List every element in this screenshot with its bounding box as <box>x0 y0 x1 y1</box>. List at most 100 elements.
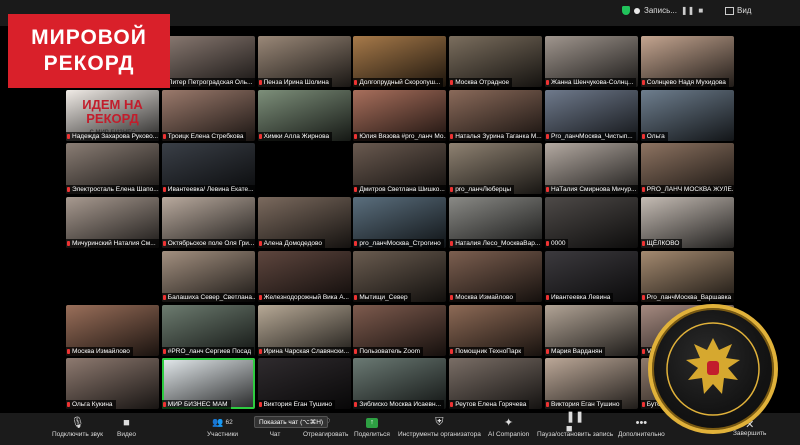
more-dots-icon: ••• <box>635 416 648 429</box>
participant-name: Виктория Еган Тушино <box>257 400 336 410</box>
participant-tile[interactable]: Алена Домодедово <box>257 197 351 249</box>
participant-name: Мичуринский Наталия См... <box>66 239 159 249</box>
participant-tile[interactable]: #PRO_ланч Сергиев Посад <box>161 304 255 356</box>
video-button[interactable]: ■ Видео <box>117 416 136 439</box>
participant-name: Реутов Елена Горячева <box>449 400 530 410</box>
participants-icon: 👥 62 <box>212 417 233 427</box>
participant-name: Зиблиско Москва Исаевн... <box>353 400 444 410</box>
participant-tile[interactable]: Наталия Лесо_МоскваВар... <box>449 197 543 249</box>
participant-tile[interactable]: pro_ланчМосква_Строгино <box>353 197 447 249</box>
recording-label: Запись... <box>644 6 677 15</box>
participant-tile[interactable]: Помощник ТехноПарк <box>449 304 543 356</box>
participant-tile[interactable]: НаТалия Смирнова Мичур... <box>545 143 638 195</box>
participant-name: Москва Отрадное <box>449 78 513 87</box>
participant-tile[interactable]: Ольга <box>640 89 734 141</box>
participant-tile[interactable]: Пенза Ирина Шолина <box>257 36 351 87</box>
participant-tile[interactable]: PRO_ЛАНЧ МОСКВА ЖУЛЕ... <box>640 143 734 195</box>
participant-name: Наталия Лесо_МоскваВар... <box>449 239 543 249</box>
participant-tile[interactable]: Ирина Чарская Славянски... <box>257 304 351 356</box>
participant-name: Надежда Захарова Руково... <box>66 131 159 141</box>
participant-name: Солнцево Надя Мухидова <box>640 78 729 87</box>
participant-tile[interactable]: Жанна Шенчукова-Солнц... <box>545 36 638 87</box>
participant-tile[interactable]: Москва Измайлово <box>449 250 543 302</box>
participant-name: НаТалия Смирнова Мичур... <box>545 185 638 195</box>
participant-tile[interactable]: Пользователь Zoom <box>353 304 447 356</box>
participant-tile[interactable]: ЩЁЛКОВО <box>640 197 734 249</box>
participant-tile[interactable]: Pro_ланчМосква_Варшавка <box>640 250 734 302</box>
participant-tile[interactable]: Москва Измайлово <box>66 304 159 356</box>
participant-name: Октябрьское поле Оля Гри... <box>161 239 255 249</box>
participant-tile[interactable]: Долгопрудный Скоропуш... <box>353 36 447 87</box>
participant-tile[interactable]: Мытищи_Север <box>353 250 447 302</box>
participant-name: 0000 <box>545 239 569 249</box>
camera-icon: ■ <box>123 416 130 429</box>
view-button[interactable]: Вид <box>725 6 751 15</box>
participant-name: МИР БИЗНЕС МАМ <box>161 400 231 410</box>
world-record-badge: МИРОВОЙ РЕКОРД <box>8 14 170 88</box>
badge-line-1: МИРОВОЙ <box>31 26 147 49</box>
badge-line-2: РЕКОРД <box>43 52 135 75</box>
participant-tile[interactable]: Pro_ланчМосква_Чистып... <box>545 89 638 141</box>
stop-icon[interactable]: ■ <box>698 6 703 15</box>
participant-tile[interactable]: Железнодорожный Вика А... <box>257 250 351 302</box>
participant-name: Ирина Чарская Славянски... <box>257 346 351 356</box>
participant-tile[interactable]: Мария Варданян <box>545 304 638 356</box>
participant-tile[interactable]: Химки Алла Жирнова <box>257 89 351 141</box>
pause-recording-button[interactable]: ❚❚ ■ Пауза/остановить запись <box>537 411 613 438</box>
participant-tile[interactable]: Дмитров Светлана Шишко... <box>353 143 447 195</box>
participant-name: Москва Измайлово <box>66 346 133 356</box>
participants-button[interactable]: 👥 62 Участники <box>207 416 238 438</box>
participant-tile[interactable]: 0000 <box>545 197 638 249</box>
share-icon: ↑ <box>365 416 379 429</box>
participant-tile[interactable]: Москва Отрадное <box>449 36 543 87</box>
video-gallery: Университет Гульнара Рах...Питер Петрогр… <box>66 36 734 411</box>
participant-name: Химки Алла Жирнова <box>257 131 333 141</box>
participant-tile[interactable]: Мичуринский Наталия См... <box>66 197 159 249</box>
pause-icon[interactable]: ❚❚ <box>681 6 694 15</box>
participant-tile[interactable]: Балашиха Север_Светлана... <box>161 250 255 302</box>
host-tools-button[interactable]: ⛨ Инструменты организатора <box>398 416 481 438</box>
participant-name: Юлия Вязова #pro_ланч Мо... <box>353 131 447 141</box>
participant-tile[interactable]: Ивантеевка/ Левина Екате... <box>161 143 255 195</box>
ai-companion-button[interactable]: ✦ AI Companion <box>488 416 529 438</box>
participant-tile[interactable]: Наталья Зурина Таганка М... <box>449 89 543 141</box>
participant-tile[interactable]: Октябрьское поле Оля Гри... <box>161 197 255 249</box>
participant-tile[interactable]: Солнцево Надя Мухидова <box>640 36 734 87</box>
participant-name: Долгопрудный Скоропуш... <box>353 78 444 87</box>
participant-tile[interactable]: Питер Петроградская Оль... <box>161 36 255 87</box>
sparkle-icon: ✦ <box>503 417 514 429</box>
participant-name: ЩЁЛКОВО <box>640 239 683 249</box>
participant-tile[interactable]: МИР БИЗНЕС МАМ <box>161 358 255 410</box>
participant-tile[interactable]: Ивантеевка Левина <box>545 250 638 302</box>
shield-icon <box>622 6 630 15</box>
participant-tile[interactable]: Троицк Елена Стребкова <box>161 89 255 141</box>
microphone-muted-icon: 🎙 <box>70 417 85 429</box>
participant-tile[interactable]: pro_ланчЛюберцы <box>449 143 543 195</box>
share-button[interactable]: ↑ Поделиться <box>354 416 390 438</box>
participant-name: Pro_ланчМосква_Варшавка <box>640 292 734 302</box>
view-label: Вид <box>737 6 752 15</box>
participant-name: PRO_ЛАНЧ МОСКВА ЖУЛЕ... <box>640 185 734 195</box>
participant-name: Помощник ТехноПарк <box>449 346 525 356</box>
record-icon <box>634 7 640 14</box>
participant-tile[interactable]: Виктория Еган Тушино <box>257 358 351 410</box>
shield-icon: ⛨ <box>435 416 444 428</box>
participant-tile[interactable]: Виктория Еган Тушино <box>545 358 638 410</box>
participant-tile[interactable]: Электросталь Елена Шапо... <box>66 143 159 195</box>
participant-tile[interactable]: Реутов Елена Горячева <box>449 358 543 410</box>
participant-name: Ольга Кукина <box>66 400 116 410</box>
recording-indicator[interactable]: Запись... ❚❚ ■ <box>622 6 703 15</box>
unmute-button[interactable]: 🎙 Подключить звук <box>52 416 103 438</box>
participant-name: pro_ланчЛюберцы <box>449 185 514 195</box>
participant-name: Виктория Еган Тушино <box>545 400 623 410</box>
participant-name: Пенза Ирина Шолина <box>257 78 332 87</box>
participant-tile[interactable]: Зиблиско Москва Исаевн... <box>353 358 447 410</box>
participant-name: Ольга <box>640 131 668 141</box>
participant-name: Электросталь Елена Шапо... <box>66 185 159 195</box>
participant-name: Троицк Елена Стребкова <box>161 131 247 141</box>
participant-name: Pro_ланчМосква_Чистып... <box>545 131 636 141</box>
participant-tile[interactable]: Юлия Вязова #pro_ланч Мо... <box>353 89 447 141</box>
participant-name: Пользователь Zoom <box>353 346 423 356</box>
participant-tile[interactable]: Ольга Кукина <box>66 358 159 410</box>
participant-tile[interactable]: ИДЕМ НАРЕКОРДС МИР БИЗНЕСНадежда Захаров… <box>66 89 159 141</box>
